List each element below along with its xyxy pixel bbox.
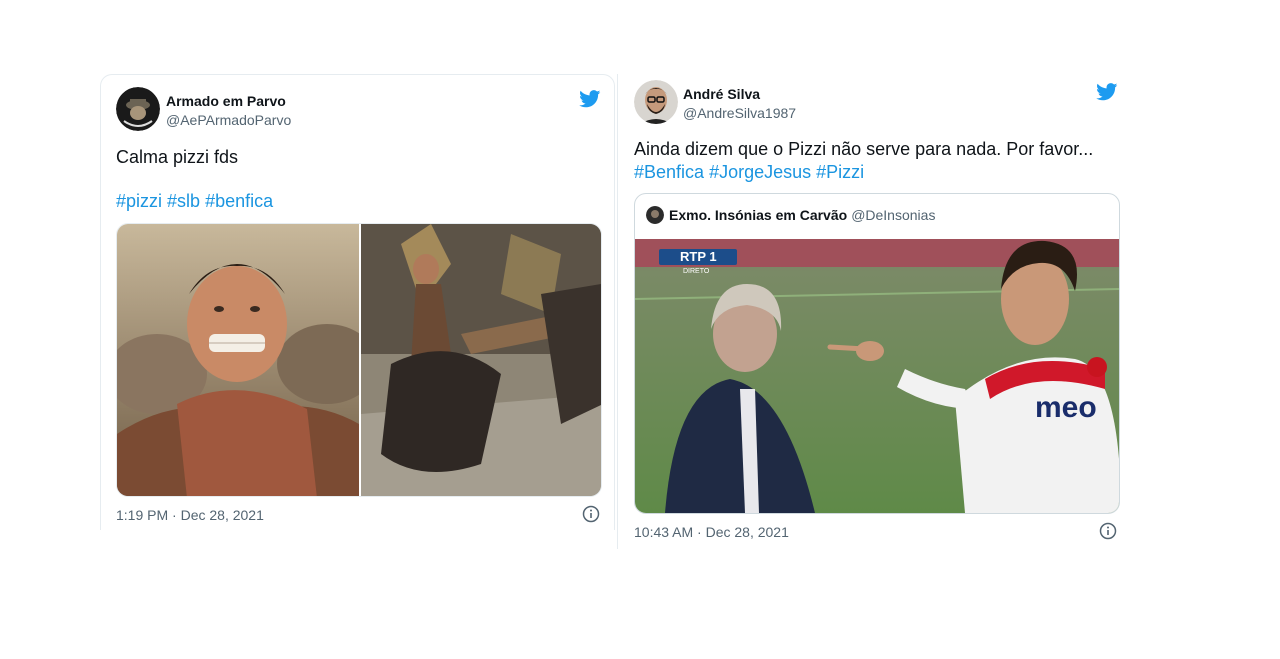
media-photo-right[interactable] <box>361 224 601 496</box>
hashtag-link[interactable]: #pizzi <box>116 191 162 211</box>
author-handle[interactable]: @AndreSilva1987 <box>683 105 796 121</box>
quote-author-name: Exmo. Insónias em Carvão <box>669 207 848 223</box>
author-name[interactable]: Armado em Parvo <box>166 93 286 109</box>
quote-author-handle: @DeInsonias <box>851 207 936 223</box>
hashtag-link[interactable]: #benfica <box>205 191 273 211</box>
author-handle[interactable]: @AePArmadoParvo <box>166 112 291 128</box>
hashtag-link[interactable]: #JorgeJesus <box>709 162 811 182</box>
author-name[interactable]: André Silva <box>683 86 760 102</box>
avatar[interactable] <box>634 80 678 124</box>
hashtag-list: #pizzi #slb #benfica <box>116 189 278 213</box>
info-icon[interactable] <box>1099 522 1117 540</box>
quote-media-photo[interactable]: meo RTP 1 DIRETO <box>635 239 1119 513</box>
tweet-text: Ainda dizem que o Pizzi não serve para n… <box>634 139 1094 159</box>
info-icon[interactable] <box>582 505 600 523</box>
tweet-timestamp[interactable]: 1:19 PM · Dec 28, 2021 <box>116 507 264 523</box>
quote-avatar <box>646 206 664 224</box>
tweet-text: Calma pizzi fds <box>116 147 239 167</box>
hashtag-link[interactable]: #Pizzi <box>816 162 864 182</box>
live-badge-text: DIRETO <box>683 268 710 275</box>
tweet-embed-armado-em-parvo: Armado em Parvo @AePArmadoParvo Calma pi… <box>100 74 615 530</box>
tweet-timestamp[interactable]: 10:43 AM · Dec 28, 2021 <box>634 524 789 540</box>
tweet-media-grid <box>116 223 602 497</box>
avatar[interactable] <box>116 87 160 131</box>
hashtag-list: #Benfica #JorgeJesus #Pizzi <box>634 160 869 184</box>
shirt-sponsor-text: meo <box>1035 391 1097 424</box>
media-photo-left[interactable] <box>117 224 359 496</box>
twitter-bird-icon[interactable] <box>579 90 601 108</box>
quoted-tweet[interactable]: Exmo. Insónias em Carvão @DeInsonias meo… <box>634 193 1120 514</box>
hashtag-link[interactable]: #slb <box>167 191 200 211</box>
quoted-tweet-header: Exmo. Insónias em Carvão @DeInsonias <box>646 206 935 224</box>
channel-logo-text: RTP 1 <box>680 249 717 264</box>
tweet-embed-andre-silva: André Silva @AndreSilva1987 Ainda dizem … <box>617 74 1137 549</box>
hashtag-link[interactable]: #Benfica <box>634 162 704 182</box>
twitter-bird-icon[interactable] <box>1096 83 1118 101</box>
